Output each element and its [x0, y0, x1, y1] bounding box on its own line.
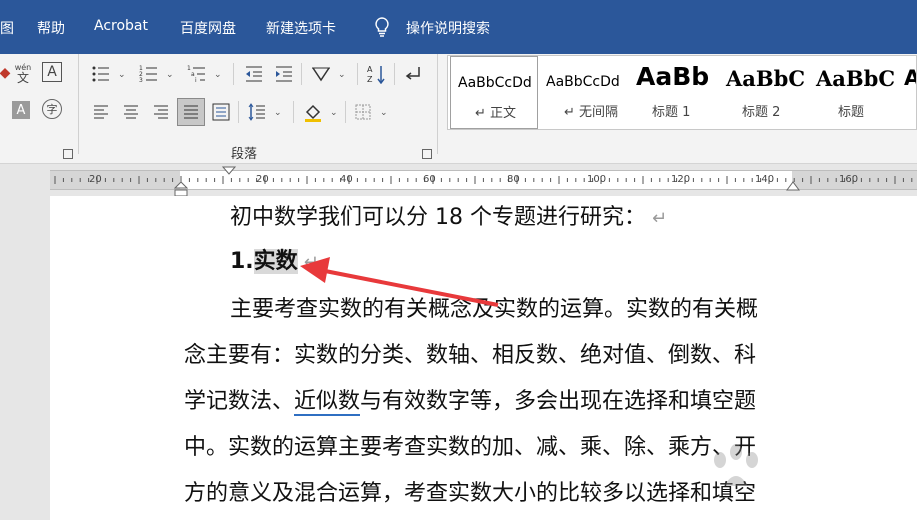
doc-paragraph-line: 学记数法、近似数与有效数字等，多会出现在选择和填空题: [184, 383, 757, 416]
style-title[interactable]: AaBbC 标题: [810, 56, 898, 129]
show-paragraph-marks-icon[interactable]: [402, 63, 424, 85]
justify-icon[interactable]: [177, 98, 205, 126]
numbering-icon[interactable]: 123: [138, 63, 160, 85]
style-name: 标题 1: [652, 105, 691, 120]
style-sample: AaBbCcDd: [546, 74, 620, 90]
svg-text:i: i: [195, 77, 197, 84]
menu-tab-baidu-netdisk[interactable]: 百度网盘: [180, 18, 236, 38]
document-gutter: [0, 196, 50, 520]
ruler-label: 20: [89, 174, 102, 185]
shading-dropdown-icon[interactable]: ⌄: [330, 108, 338, 118]
style-sample: AaBbC: [816, 66, 896, 91]
styles-gallery: AaBbCcDd ↵ 正文 AaBbCcDd ↵ 无间隔 AaBb 标题 1 A…: [447, 55, 917, 130]
paragraph-mark: ↵: [651, 208, 668, 229]
svg-text:A: A: [367, 65, 373, 74]
divider: [357, 63, 358, 85]
sort-icon[interactable]: AZ: [366, 63, 388, 85]
chinese-layout-dropdown-icon[interactable]: ⌄: [338, 70, 346, 80]
first-line-indent-marker-icon[interactable]: [222, 166, 236, 176]
doc-heading: 1.实数 ↵: [230, 243, 319, 275]
line-spacing-dropdown-icon[interactable]: ⌄: [274, 108, 282, 118]
heading-number: 1.: [230, 249, 254, 274]
svg-text:Z: Z: [367, 75, 373, 84]
doc-paragraph-line: 方的意义及混合运算，考查实数大小的比较多以选择和填空: [184, 481, 757, 506]
character-shading-icon[interactable]: A: [12, 101, 30, 119]
paragraph-mark: ↵: [303, 252, 319, 273]
ruler-label: 140: [755, 174, 775, 185]
ruler-label: 160: [839, 174, 859, 185]
distributed-icon[interactable]: [210, 101, 232, 123]
doc-text: 与有效数字等，多会出现在选择和填空题: [360, 389, 757, 414]
right-indent-marker-icon[interactable]: [786, 180, 800, 192]
divider: [394, 63, 395, 85]
lightbulb-icon[interactable]: [373, 16, 391, 38]
doc-line-intro: 初中数学我们可以分 18 个专题进行研究： ↵: [230, 199, 667, 231]
doc-text: 学记数法、: [184, 389, 295, 414]
divider: [233, 63, 234, 85]
doc-paragraph-line: 中。实数的运算主要考查实数的加、减、乘、除、乘方、开: [184, 435, 757, 460]
menu-bar: 图 帮助 Acrobat 百度网盘 新建选项卡 操作说明搜索: [0, 0, 917, 54]
tell-me-search[interactable]: 操作说明搜索: [406, 18, 490, 38]
divider: [293, 101, 294, 123]
align-left-icon[interactable]: [90, 101, 112, 123]
style-name: ↵ 无间隔: [564, 105, 619, 120]
character-border-icon[interactable]: A: [42, 62, 62, 82]
ruler-label: 80: [507, 174, 520, 185]
multilevel-list-icon[interactable]: 1ai: [186, 63, 208, 85]
phonetic-guide-icon[interactable]: wén 文: [12, 62, 34, 84]
ruler-label: 40: [340, 174, 353, 185]
decrease-indent-icon[interactable]: [243, 63, 265, 85]
style-name: 标题: [838, 105, 865, 120]
borders-icon[interactable]: [352, 101, 374, 123]
divider: [301, 63, 302, 85]
style-sample: AaBb: [636, 62, 710, 91]
doc-paragraph-line: 主要考查实数的有关概念及实数的运算。实数的有关概: [230, 297, 759, 322]
multilevel-dropdown-icon[interactable]: ⌄: [214, 70, 222, 80]
borders-dropdown-icon[interactable]: ⌄: [380, 108, 388, 118]
group-separator: [437, 54, 438, 154]
bullets-icon[interactable]: [90, 63, 112, 85]
divider: [345, 101, 346, 123]
style-no-spacing[interactable]: AaBbCcDd ↵ 无间隔: [540, 56, 628, 129]
ribbon: ◆ wén 文 A A 字 ⌄ 123 ⌄ 1ai ⌄ ⌄ AZ ⌄ ⌄ ⌄ 段…: [0, 54, 917, 164]
menu-tab-acrobat[interactable]: Acrobat: [94, 18, 148, 34]
bullets-dropdown-icon[interactable]: ⌄: [118, 70, 126, 80]
align-center-icon[interactable]: [120, 101, 142, 123]
heading-selected-text[interactable]: 实数: [253, 249, 298, 274]
style-normal[interactable]: AaBbCcDd ↵ 正文: [450, 56, 538, 129]
svg-text:3: 3: [139, 77, 143, 84]
style-heading-1[interactable]: AaBb 标题 1: [630, 56, 718, 129]
align-right-icon[interactable]: [150, 101, 172, 123]
doc-text: 初中数学我们可以分 18 个专题进行研究：: [230, 205, 646, 230]
menu-tab-view[interactable]: 图: [0, 18, 14, 38]
divider: [238, 101, 239, 123]
increase-indent-icon[interactable]: [273, 63, 295, 85]
enclose-characters-icon[interactable]: 字: [42, 99, 62, 119]
group-separator: [78, 54, 79, 154]
chinese-layout-icon[interactable]: [310, 63, 332, 85]
ruler-label: 120: [671, 174, 691, 185]
numbering-dropdown-icon[interactable]: ⌄: [166, 70, 174, 80]
font-dialog-launcher-icon[interactable]: [63, 149, 73, 159]
shading-icon[interactable]: [302, 101, 324, 123]
style-heading-2[interactable]: AaBbC 标题 2: [720, 56, 808, 129]
menu-tab-help[interactable]: 帮助: [37, 18, 65, 38]
style-sample: AaBbCcDd: [458, 75, 532, 91]
style-sample: AaBbC: [726, 66, 806, 91]
ruler-label: 60: [423, 174, 436, 185]
style-sample: A: [904, 66, 916, 90]
baidu-jingyan-watermark-icon: [714, 444, 758, 486]
menu-tab-new-tab[interactable]: 新建选项卡: [266, 18, 336, 38]
style-name: ↵ 正文: [475, 106, 517, 121]
paragraph-dialog-launcher-icon[interactable]: [422, 149, 432, 159]
proofing-underlined-word[interactable]: 近似数: [294, 389, 361, 416]
enclose-char-label: 字: [46, 103, 58, 116]
doc-paragraph-line: 念主要有：实数的分类、数轴、相反数、绝对值、倒数、科: [184, 343, 757, 368]
line-spacing-icon[interactable]: [246, 101, 268, 123]
paragraph-group-label: 段落: [231, 147, 258, 162]
ruler-label: 100: [587, 174, 607, 185]
style-subtitle[interactable]: A: [900, 56, 916, 129]
style-name: 标题 2: [742, 105, 781, 120]
ruler-label: 20: [256, 174, 269, 185]
